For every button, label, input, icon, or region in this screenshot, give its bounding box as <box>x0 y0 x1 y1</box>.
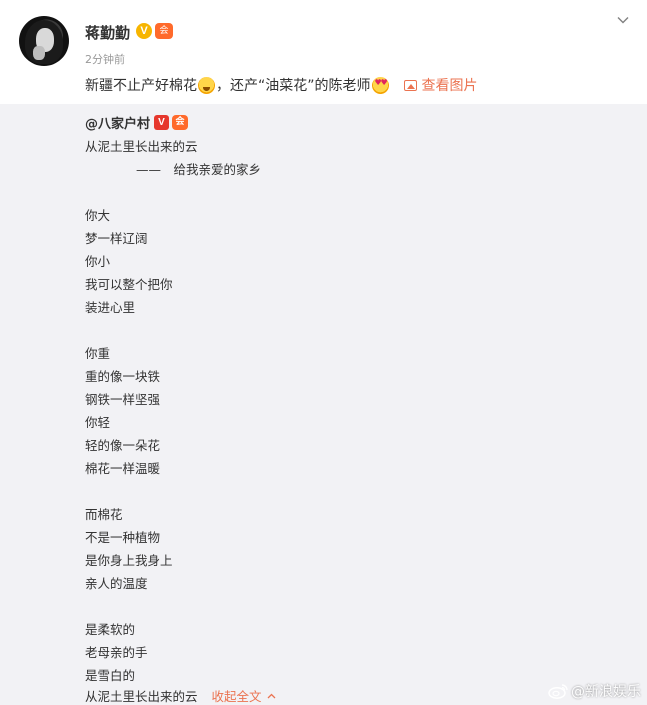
weibo-logo-icon <box>548 684 568 699</box>
vip-badge-icon[interactable]: V <box>136 23 152 39</box>
view-image-link[interactable]: 查看图片 <box>403 75 478 95</box>
member-badge-icon[interactable]: 会 <box>155 23 173 39</box>
poem-line: 我可以整个把你 <box>85 277 173 292</box>
poem-line: 不是一种植物 <box>85 530 161 545</box>
reposted-content: @八家户村 V 会 从泥土里长出来的云 —— 给我亲爱的家乡 你大 梦一样辽阔 … <box>0 104 647 705</box>
poem-line: 你小 <box>85 254 111 269</box>
watermark: @新浪娱乐 <box>548 681 641 701</box>
repost-author-name[interactable]: @八家户村 <box>85 113 150 132</box>
poem-line: 棉花一样温暖 <box>85 461 161 476</box>
poem-line: 重的像一块铁 <box>85 369 161 384</box>
watermark-text: @新浪娱乐 <box>571 684 641 700</box>
author-badges: V 会 <box>136 23 173 39</box>
image-icon <box>403 79 417 91</box>
avatar[interactable] <box>19 16 69 66</box>
post-author-name[interactable]: 蒋勤勤 <box>85 22 130 43</box>
member-badge-icon[interactable]: 会 <box>172 115 189 130</box>
post-timestamp[interactable]: 2分钟前 <box>85 51 125 67</box>
verified-badge-icon[interactable]: V <box>154 115 170 130</box>
caption-text-part2: ，还产“油菜花”的陈老师 <box>216 78 371 94</box>
poem-line: 是雪白的 <box>85 668 136 683</box>
poem-line: 亲人的温度 <box>85 576 148 591</box>
poem-line: 从泥土里长出来的云 <box>85 139 198 154</box>
poem-line: 从泥土里长出来的云 <box>85 689 198 704</box>
crying-emoji-icon <box>198 76 215 94</box>
poem-last-row: 从泥土里长出来的云 收起全文 <box>85 686 276 705</box>
caption-text-part1: 新疆不止产好棉花 <box>85 78 197 94</box>
post-header: 蒋勤勤 V 会 2分钟前 新疆不止产好棉花 ，还产“油菜花”的陈老师 查看图片 <box>0 0 647 104</box>
view-image-label: 查看图片 <box>421 78 478 94</box>
heart-eyes-emoji-icon <box>371 76 389 94</box>
poem-line: 你大 <box>85 208 111 223</box>
post-caption: 新疆不止产好棉花 ，还产“油菜花”的陈老师 查看图片 <box>85 75 478 95</box>
chevron-up-icon <box>267 693 275 698</box>
poem-line: 老母亲的手 <box>85 645 148 660</box>
collapse-label: 收起全文 <box>211 689 262 704</box>
poem-line: 是柔软的 <box>85 622 136 637</box>
poem-line: 而棉花 <box>85 507 123 522</box>
poem-line: 轻的像一朵花 <box>85 438 161 453</box>
poem-line: 你轻 <box>85 415 111 430</box>
poem-line: 是你身上我身上 <box>85 553 173 568</box>
chevron-down-icon[interactable] <box>617 14 629 26</box>
repost-author: @八家户村 V 会 <box>85 113 189 132</box>
poem-line: 装进心里 <box>85 300 136 315</box>
poem-line: 你重 <box>85 346 111 361</box>
collapse-full-text-link[interactable]: 收起全文 <box>212 686 276 705</box>
poem-dedication: —— 给我亲爱的家乡 <box>136 162 262 177</box>
poem-line: 梦一样辽阔 <box>85 231 148 246</box>
poem-line: 钢铁一样坚强 <box>85 392 161 407</box>
